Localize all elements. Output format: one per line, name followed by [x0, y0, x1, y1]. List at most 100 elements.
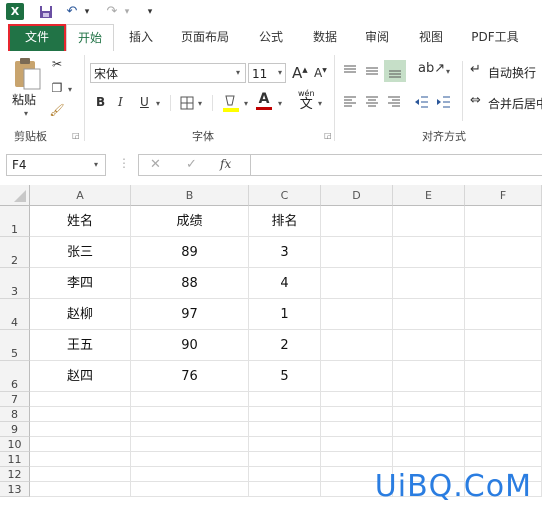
cell-d7[interactable]	[321, 392, 393, 407]
cell-b4[interactable]: 97	[131, 299, 249, 330]
copy-dropdown-icon[interactable]: ▾	[68, 85, 72, 94]
paste-icon[interactable]	[12, 57, 42, 91]
row-header[interactable]: 5	[0, 330, 30, 361]
row-header[interactable]: 1	[0, 206, 30, 237]
cell-b9[interactable]	[131, 422, 249, 437]
cell-f9[interactable]	[465, 422, 542, 437]
cut-icon[interactable]: ✂	[48, 57, 66, 71]
cell-f10[interactable]	[465, 437, 542, 452]
cell-e3[interactable]	[393, 268, 465, 299]
align-bottom-icon[interactable]	[384, 60, 406, 82]
tab-data[interactable]: 数据	[302, 24, 348, 51]
cell-d4[interactable]	[321, 299, 393, 330]
cell-c1[interactable]: 排名	[249, 206, 321, 237]
cell-e1[interactable]	[393, 206, 465, 237]
cell-c12[interactable]	[249, 467, 321, 482]
wrap-text-icon[interactable]: ↵	[470, 62, 481, 77]
name-box[interactable]: F4	[6, 154, 106, 176]
align-left-icon[interactable]	[342, 94, 358, 113]
font-launcher-icon[interactable]: ◲	[324, 131, 332, 140]
cell-f2[interactable]	[465, 237, 542, 268]
font-name-dropdown-icon[interactable]: ▾	[236, 68, 240, 77]
cell-a7[interactable]	[30, 392, 131, 407]
grow-font-icon[interactable]: A▲	[292, 64, 308, 82]
column-header-a[interactable]: A	[30, 185, 131, 206]
orientation-icon[interactable]: ab↗	[418, 61, 445, 76]
paste-dropdown-icon[interactable]: ▾	[24, 109, 28, 118]
font-color-icon[interactable]: A	[256, 92, 272, 110]
select-all-corner[interactable]	[0, 185, 30, 206]
tab-formulas[interactable]: 公式	[248, 24, 294, 51]
cell-c8[interactable]	[249, 407, 321, 422]
increase-indent-icon[interactable]	[436, 94, 452, 113]
orientation-dropdown-icon[interactable]: ▾	[446, 67, 450, 76]
save-icon[interactable]	[36, 2, 56, 22]
cell-f4[interactable]	[465, 299, 542, 330]
cell-b12[interactable]	[131, 467, 249, 482]
formula-input[interactable]	[250, 154, 542, 176]
undo-icon[interactable]: ↶	[64, 2, 80, 22]
tab-home[interactable]: 开始	[66, 24, 114, 52]
cell-d6[interactable]	[321, 361, 393, 392]
cell-c7[interactable]	[249, 392, 321, 407]
cell-f7[interactable]	[465, 392, 542, 407]
redo-dropdown-icon[interactable]: ▾	[122, 2, 132, 22]
cell-e11[interactable]	[393, 452, 465, 467]
column-header-f[interactable]: F	[465, 185, 542, 206]
wrap-text-button[interactable]: 自动换行	[488, 64, 536, 81]
row-header[interactable]: 13	[0, 482, 30, 497]
cell-e5[interactable]	[393, 330, 465, 361]
cell-c3[interactable]: 4	[249, 268, 321, 299]
cell-b11[interactable]	[131, 452, 249, 467]
decrease-indent-icon[interactable]	[414, 94, 430, 113]
copy-icon[interactable]: ❐	[48, 81, 66, 95]
column-header-d[interactable]: D	[321, 185, 393, 206]
bold-button[interactable]: B	[96, 95, 105, 109]
cell-a6[interactable]: 赵四	[30, 361, 131, 392]
cell-e10[interactable]	[393, 437, 465, 452]
row-header[interactable]: 2	[0, 237, 30, 268]
underline-button[interactable]: U	[140, 95, 149, 109]
row-header[interactable]: 9	[0, 422, 30, 437]
align-right-icon[interactable]	[386, 94, 402, 113]
cell-c13[interactable]	[249, 482, 321, 497]
font-name-select[interactable]: 宋体	[90, 63, 246, 83]
cell-f5[interactable]	[465, 330, 542, 361]
redo-icon[interactable]: ↷	[104, 2, 120, 22]
cell-d3[interactable]	[321, 268, 393, 299]
cell-b10[interactable]	[131, 437, 249, 452]
cell-e4[interactable]	[393, 299, 465, 330]
shrink-font-icon[interactable]: A▼	[314, 66, 327, 80]
cell-c11[interactable]	[249, 452, 321, 467]
cell-f6[interactable]	[465, 361, 542, 392]
insert-function-icon[interactable]: fx	[220, 157, 231, 171]
cancel-icon[interactable]: ✕	[150, 157, 161, 172]
phonetic-guide-icon[interactable]: wén 文	[298, 89, 315, 112]
column-header-b[interactable]: B	[131, 185, 249, 206]
cell-d8[interactable]	[321, 407, 393, 422]
cell-e9[interactable]	[393, 422, 465, 437]
tab-review[interactable]: 审阅	[354, 24, 400, 51]
cell-e7[interactable]	[393, 392, 465, 407]
cell-a8[interactable]	[30, 407, 131, 422]
column-header-c[interactable]: C	[249, 185, 321, 206]
borders-dropdown-icon[interactable]: ▾	[198, 99, 202, 108]
tab-insert[interactable]: 插入	[118, 24, 164, 51]
cell-a2[interactable]: 张三	[30, 237, 131, 268]
tab-pdf-tools[interactable]: PDF工具	[462, 24, 528, 51]
cell-c9[interactable]	[249, 422, 321, 437]
cell-c10[interactable]	[249, 437, 321, 452]
tab-view[interactable]: 视图	[408, 24, 454, 51]
cell-d5[interactable]	[321, 330, 393, 361]
merge-center-button[interactable]: 合并后居中	[488, 95, 542, 112]
row-header[interactable]: 8	[0, 407, 30, 422]
cell-b13[interactable]	[131, 482, 249, 497]
cell-d2[interactable]	[321, 237, 393, 268]
cell-a4[interactable]: 赵柳	[30, 299, 131, 330]
cell-d1[interactable]	[321, 206, 393, 237]
row-header[interactable]: 3	[0, 268, 30, 299]
column-header-e[interactable]: E	[393, 185, 465, 206]
cell-c6[interactable]: 5	[249, 361, 321, 392]
cell-e8[interactable]	[393, 407, 465, 422]
format-painter-icon[interactable]: 🖌	[48, 103, 66, 117]
